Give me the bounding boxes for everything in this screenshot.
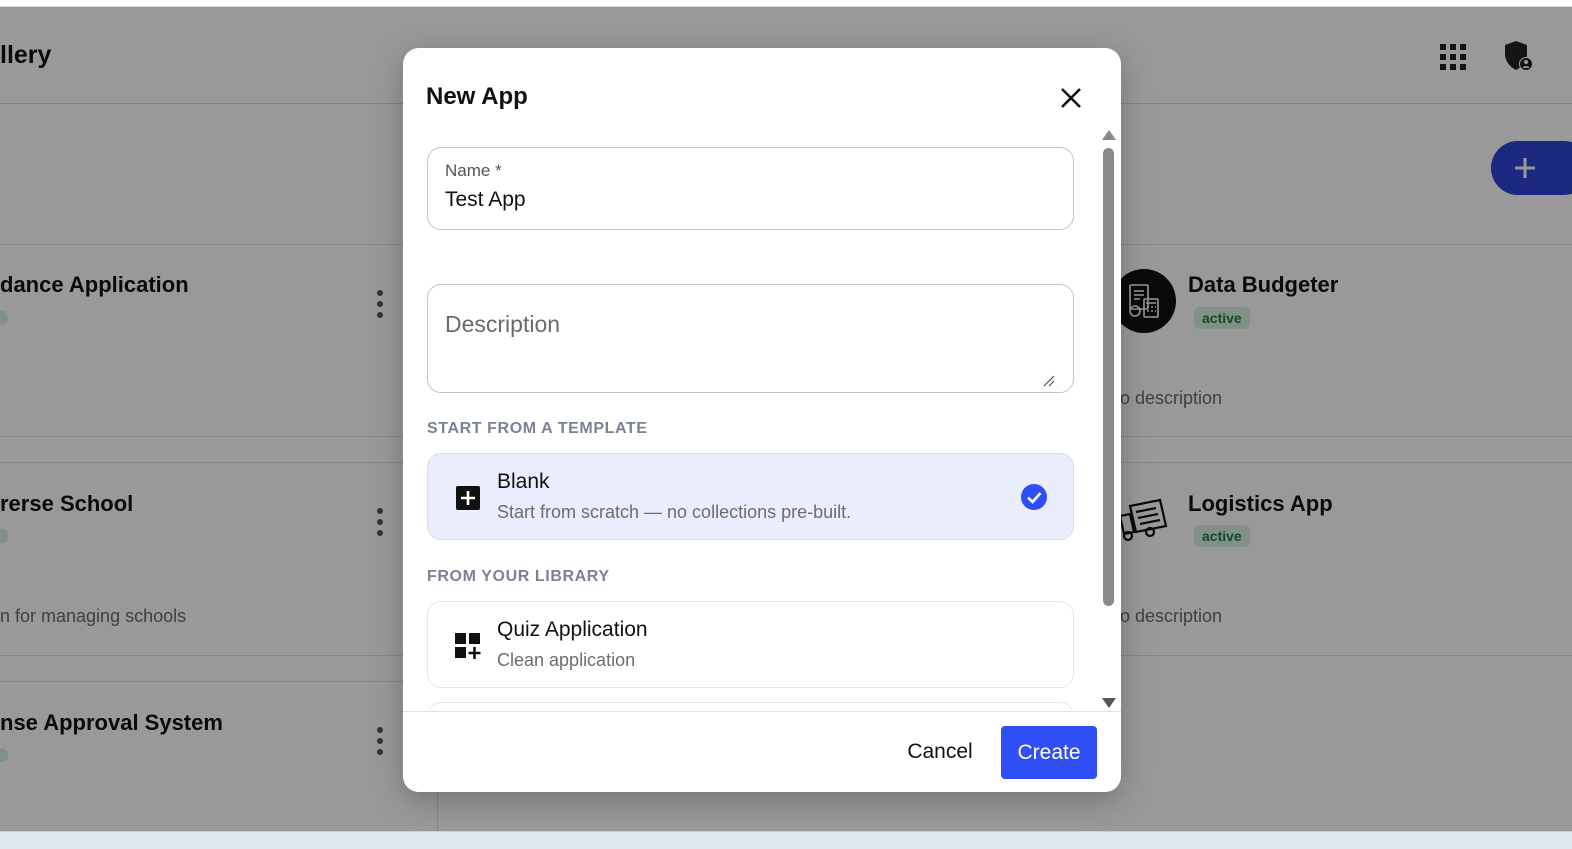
- name-field[interactable]: Name *: [427, 147, 1074, 230]
- widgets-add-icon: [454, 632, 482, 660]
- dialog-body: Name * START FROM A TEMPLATE Blank Start…: [403, 130, 1121, 710]
- name-field-label: Name *: [445, 161, 502, 180]
- scroll-up-arrow-icon[interactable]: [1102, 130, 1116, 140]
- library-next-option[interactable]: [427, 702, 1074, 710]
- description-input[interactable]: [445, 311, 1045, 371]
- library-item-title: Quiz Application: [497, 618, 648, 641]
- os-taskbar: [0, 831, 1572, 849]
- description-field[interactable]: [427, 284, 1074, 393]
- dialog-title: New App: [426, 83, 528, 110]
- library-quiz-application-option[interactable]: Quiz Application Clean application: [427, 601, 1074, 688]
- template-section-label: START FROM A TEMPLATE: [427, 420, 648, 437]
- close-button[interactable]: [1055, 82, 1087, 114]
- library-item-subtitle: Clean application: [497, 650, 636, 670]
- template-subtitle: Start from scratch — no collections pre-…: [497, 502, 852, 522]
- top-strip: [0, 0, 1572, 7]
- dialog-footer: Cancel Create: [403, 711, 1121, 792]
- template-blank-option[interactable]: Blank Start from scratch — no collection…: [427, 453, 1074, 540]
- resize-handle-icon[interactable]: [1043, 375, 1055, 387]
- dialog-scrollbar[interactable]: [1100, 130, 1116, 710]
- new-app-dialog: New App Name * START FROM A TEMPLATE B: [403, 48, 1121, 792]
- cancel-button[interactable]: Cancel: [893, 726, 987, 778]
- create-button[interactable]: Create: [1001, 726, 1097, 779]
- plus-square-icon: [454, 484, 482, 512]
- scrollbar-thumb[interactable]: [1103, 148, 1114, 606]
- template-title: Blank: [497, 470, 550, 493]
- library-section-label: FROM YOUR LIBRARY: [427, 568, 610, 585]
- name-input[interactable]: [445, 188, 1045, 212]
- close-icon: [1061, 88, 1081, 108]
- scroll-down-arrow-icon[interactable]: [1102, 698, 1116, 708]
- check-circle-icon: [1021, 484, 1047, 510]
